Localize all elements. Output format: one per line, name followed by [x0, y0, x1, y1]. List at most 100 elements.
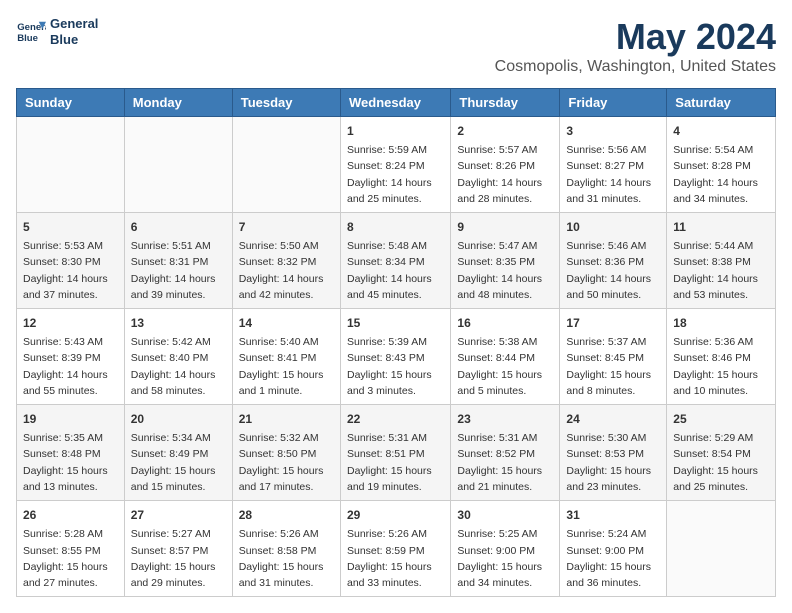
- calendar-cell: 31Sunrise: 5:24 AM Sunset: 9:00 PM Dayli…: [560, 501, 667, 597]
- calendar-cell: 11 Sunrise: 5:44 AM Sunset: 8:38 PM Dayli…: [667, 213, 776, 309]
- day-number: 9: [457, 218, 553, 236]
- day-number: 12: [23, 314, 118, 332]
- calendar-cell: 17 Sunrise: 5:37 AM Sunset: 8:45 PM Dayli…: [560, 309, 667, 405]
- day-info: Sunrise: 5:48 AM Sunset: 8:34 PM Dayligh…: [347, 238, 444, 303]
- day-number: 4: [673, 122, 769, 140]
- day-info: Sunrise: 5:31 AM Sunset: 8:51 PM Dayligh…: [347, 430, 444, 495]
- weekday-header-saturday: Saturday: [667, 89, 776, 117]
- weekday-header-monday: Monday: [124, 89, 232, 117]
- day-number: 11: [673, 218, 769, 236]
- day-info: Sunrise: 5:43 AM Sunset: 8:39 PM Dayligh…: [23, 334, 118, 399]
- day-info: Sunrise: 5:30 AM Sunset: 8:53 PM Dayligh…: [566, 430, 660, 495]
- calendar-cell: 13 Sunrise: 5:42 AM Sunset: 8:40 PM Dayli…: [124, 309, 232, 405]
- weekday-header-wednesday: Wednesday: [340, 89, 450, 117]
- day-number: 10: [566, 218, 660, 236]
- day-info: Sunrise: 5:39 AM Sunset: 8:43 PM Dayligh…: [347, 334, 444, 399]
- calendar-cell: 23Sunrise: 5:31 AM Sunset: 8:52 PM Dayli…: [451, 405, 560, 501]
- calendar-cell: 6 Sunrise: 5:51 AM Sunset: 8:31 PM Daylig…: [124, 213, 232, 309]
- day-info: Sunrise: 5:29 AM Sunset: 8:54 PM Dayligh…: [673, 430, 769, 495]
- day-number: 16: [457, 314, 553, 332]
- calendar-cell: 21 Sunrise: 5:32 AM Sunset: 8:50 PM Dayli…: [232, 405, 340, 501]
- calendar-cell: 10 Sunrise: 5:46 AM Sunset: 8:36 PM Dayli…: [560, 213, 667, 309]
- calendar-cell: 30 Sunrise: 5:25 AM Sunset: 9:00 PM Dayli…: [451, 501, 560, 597]
- day-info: Sunrise: 5:26 AM Sunset: 8:59 PM Dayligh…: [347, 526, 444, 591]
- day-number: 1: [347, 122, 444, 140]
- day-info: Sunrise: 5:47 AM Sunset: 8:35 PM Dayligh…: [457, 238, 553, 303]
- day-number: 21: [239, 410, 334, 428]
- calendar-cell: 19Sunrise: 5:35 AM Sunset: 8:48 PM Dayli…: [17, 405, 125, 501]
- day-number: 2: [457, 122, 553, 140]
- day-number: 30: [457, 506, 553, 524]
- calendar-cell: 9 Sunrise: 5:47 AM Sunset: 8:35 PM Daylig…: [451, 213, 560, 309]
- day-info: Sunrise: 5:40 AM Sunset: 8:41 PM Dayligh…: [239, 334, 334, 399]
- calendar-cell: 7Sunrise: 5:50 AM Sunset: 8:32 PM Daylig…: [232, 213, 340, 309]
- title-block: May 2024 Cosmopolis, Washington, United …: [495, 16, 776, 76]
- calendar-cell: 12 Sunrise: 5:43 AM Sunset: 8:39 PM Dayli…: [17, 309, 125, 405]
- calendar-cell: 29 Sunrise: 5:26 AM Sunset: 8:59 PM Dayli…: [340, 501, 450, 597]
- day-number: 8: [347, 218, 444, 236]
- calendar-table: SundayMondayTuesdayWednesdayThursdayFrid…: [16, 88, 776, 597]
- calendar-week-row: 1 Sunrise: 5:59 AM Sunset: 8:24 PM Daylig…: [17, 117, 776, 213]
- day-info: Sunrise: 5:37 AM Sunset: 8:45 PM Dayligh…: [566, 334, 660, 399]
- day-info: Sunrise: 5:26 AM Sunset: 8:58 PM Dayligh…: [239, 526, 334, 591]
- weekday-header-row: SundayMondayTuesdayWednesdayThursdayFrid…: [17, 89, 776, 117]
- day-info: Sunrise: 5:34 AM Sunset: 8:49 PM Dayligh…: [131, 430, 226, 495]
- day-number: 24: [566, 410, 660, 428]
- logo-text: GeneralBlue: [50, 16, 98, 47]
- calendar-week-row: 5 Sunrise: 5:53 AM Sunset: 8:30 PM Daylig…: [17, 213, 776, 309]
- logo: General Blue GeneralBlue: [16, 16, 98, 47]
- header-area: General Blue GeneralBlue May 2024 Cosmop…: [16, 16, 776, 76]
- day-number: 18: [673, 314, 769, 332]
- calendar-week-row: 19Sunrise: 5:35 AM Sunset: 8:48 PM Dayli…: [17, 405, 776, 501]
- day-info: Sunrise: 5:36 AM Sunset: 8:46 PM Dayligh…: [673, 334, 769, 399]
- calendar-cell: [667, 501, 776, 597]
- day-number: 17: [566, 314, 660, 332]
- calendar-cell: 27 Sunrise: 5:27 AM Sunset: 8:57 PM Dayli…: [124, 501, 232, 597]
- day-number: 5: [23, 218, 118, 236]
- day-number: 29: [347, 506, 444, 524]
- weekday-header-tuesday: Tuesday: [232, 89, 340, 117]
- calendar-title: May 2024: [495, 16, 776, 58]
- calendar-cell: [17, 117, 125, 213]
- day-number: 22: [347, 410, 444, 428]
- calendar-cell: 8 Sunrise: 5:48 AM Sunset: 8:34 PM Daylig…: [340, 213, 450, 309]
- day-info: Sunrise: 5:42 AM Sunset: 8:40 PM Dayligh…: [131, 334, 226, 399]
- weekday-header-sunday: Sunday: [17, 89, 125, 117]
- calendar-subtitle: Cosmopolis, Washington, United States: [495, 58, 776, 76]
- calendar-cell: 1 Sunrise: 5:59 AM Sunset: 8:24 PM Daylig…: [340, 117, 450, 213]
- day-number: 13: [131, 314, 226, 332]
- day-number: 6: [131, 218, 226, 236]
- day-number: 28: [239, 506, 334, 524]
- day-info: Sunrise: 5:27 AM Sunset: 8:57 PM Dayligh…: [131, 526, 226, 591]
- day-number: 25: [673, 410, 769, 428]
- weekday-header-thursday: Thursday: [451, 89, 560, 117]
- calendar-cell: 25 Sunrise: 5:29 AM Sunset: 8:54 PM Dayli…: [667, 405, 776, 501]
- day-info: Sunrise: 5:25 AM Sunset: 9:00 PM Dayligh…: [457, 526, 553, 591]
- calendar-cell: 26Sunrise: 5:28 AM Sunset: 8:55 PM Dayli…: [17, 501, 125, 597]
- calendar-cell: [232, 117, 340, 213]
- day-number: 15: [347, 314, 444, 332]
- weekday-header-friday: Friday: [560, 89, 667, 117]
- day-info: Sunrise: 5:50 AM Sunset: 8:32 PM Dayligh…: [239, 238, 334, 303]
- day-info: Sunrise: 5:44 AM Sunset: 8:38 PM Dayligh…: [673, 238, 769, 303]
- day-number: 3: [566, 122, 660, 140]
- day-number: 20: [131, 410, 226, 428]
- calendar-cell: 18 Sunrise: 5:36 AM Sunset: 8:46 PM Dayli…: [667, 309, 776, 405]
- day-info: Sunrise: 5:46 AM Sunset: 8:36 PM Dayligh…: [566, 238, 660, 303]
- day-info: Sunrise: 5:35 AM Sunset: 8:48 PM Dayligh…: [23, 430, 118, 495]
- calendar-cell: 28 Sunrise: 5:26 AM Sunset: 8:58 PM Dayli…: [232, 501, 340, 597]
- calendar-week-row: 26Sunrise: 5:28 AM Sunset: 8:55 PM Dayli…: [17, 501, 776, 597]
- day-number: 31: [566, 506, 660, 524]
- day-info: Sunrise: 5:32 AM Sunset: 8:50 PM Dayligh…: [239, 430, 334, 495]
- day-info: Sunrise: 5:59 AM Sunset: 8:24 PM Dayligh…: [347, 142, 444, 207]
- day-info: Sunrise: 5:38 AM Sunset: 8:44 PM Dayligh…: [457, 334, 553, 399]
- day-number: 27: [131, 506, 226, 524]
- day-info: Sunrise: 5:54 AM Sunset: 8:28 PM Dayligh…: [673, 142, 769, 207]
- day-info: Sunrise: 5:28 AM Sunset: 8:55 PM Dayligh…: [23, 526, 118, 591]
- calendar-week-row: 12 Sunrise: 5:43 AM Sunset: 8:39 PM Dayli…: [17, 309, 776, 405]
- day-info: Sunrise: 5:53 AM Sunset: 8:30 PM Dayligh…: [23, 238, 118, 303]
- calendar-cell: 24 Sunrise: 5:30 AM Sunset: 8:53 PM Dayli…: [560, 405, 667, 501]
- calendar-cell: 2Sunrise: 5:57 AM Sunset: 8:26 PM Daylig…: [451, 117, 560, 213]
- day-info: Sunrise: 5:51 AM Sunset: 8:31 PM Dayligh…: [131, 238, 226, 303]
- calendar-cell: 4 Sunrise: 5:54 AM Sunset: 8:28 PM Daylig…: [667, 117, 776, 213]
